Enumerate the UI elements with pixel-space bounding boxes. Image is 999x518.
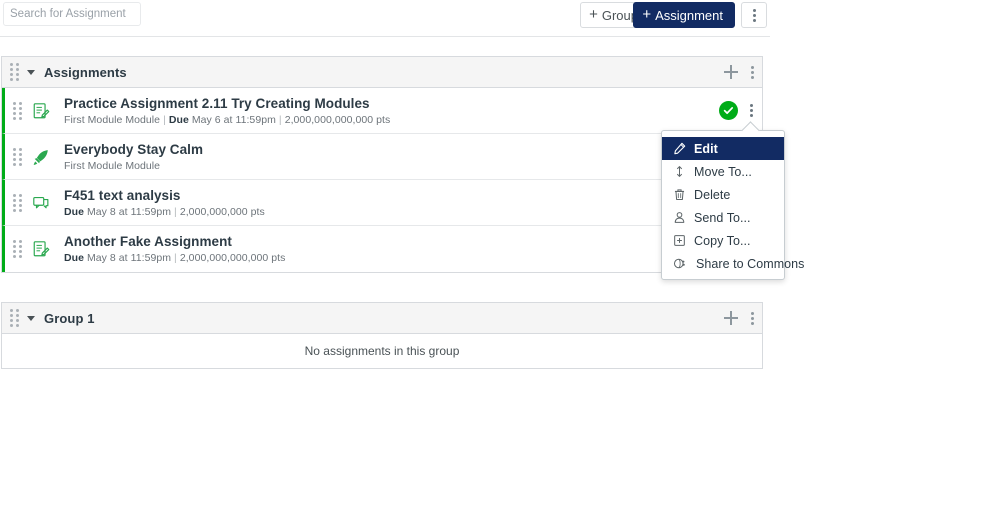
assignment-meta: First Module Module|Due May 6 at 11:59pm… (64, 114, 390, 126)
assignment-module: First Module Module (64, 160, 160, 172)
assignments-page: + Group + Assignment Assignments (0, 0, 999, 518)
menu-item-share-to-commons[interactable]: Share to Commons (662, 252, 784, 275)
move-arrows-icon (672, 165, 686, 179)
assignment-options-icon[interactable] (750, 104, 753, 117)
assignment-row[interactable]: F451 text analysis Due May 8 at 11:59pm|… (2, 180, 762, 226)
drag-handle-icon[interactable] (13, 148, 22, 166)
assignment-title[interactable]: Practice Assignment 2.11 Try Creating Mo… (64, 96, 390, 111)
group-header[interactable]: Assignments (2, 57, 762, 88)
assignment-points: 2,000,000,000,000 pts (285, 114, 391, 126)
plus-icon: + (589, 7, 598, 22)
group-options-icon[interactable] (751, 312, 754, 325)
drag-handle-icon[interactable] (13, 240, 22, 258)
assignment-row[interactable]: Practice Assignment 2.11 Try Creating Mo… (2, 88, 762, 134)
assignment-text: Another Fake Assignment Due May 8 at 11:… (64, 234, 285, 264)
more-options-icon (753, 9, 756, 22)
drag-handle-icon[interactable] (10, 63, 19, 81)
assignment-meta: Due May 8 at 11:59pm|2,000,000,000 pts (64, 206, 265, 218)
add-assignment-button[interactable]: + Assignment (633, 2, 735, 28)
add-to-group-icon[interactable] (724, 65, 738, 79)
commons-icon (672, 257, 686, 271)
pencil-icon (672, 142, 686, 156)
due-value: May 6 at 11:59pm (192, 114, 276, 126)
copy-icon (672, 234, 686, 248)
menu-item-label: Edit (694, 142, 718, 156)
assignments-options-button[interactable] (741, 2, 767, 28)
menu-item-send-to[interactable]: Send To... (662, 206, 784, 229)
assignment-text: Practice Assignment 2.11 Try Creating Mo… (64, 96, 390, 126)
assignment-row[interactable]: Everybody Stay Calm First Module Module (2, 134, 762, 180)
menu-item-move-to[interactable]: Move To... (662, 160, 784, 183)
chevron-down-icon[interactable] (27, 316, 35, 321)
group-title: Group 1 (44, 311, 95, 326)
assignment-meta: Due May 8 at 11:59pm|2,000,000,000,000 p… (64, 252, 285, 264)
search-input[interactable] (3, 2, 141, 26)
add-to-group-icon[interactable] (724, 311, 738, 325)
due-label: Due (169, 114, 189, 126)
group-options-icon[interactable] (751, 66, 754, 79)
assignment-text: F451 text analysis Due May 8 at 11:59pm|… (64, 188, 265, 218)
assignment-icon (31, 101, 51, 121)
due-value: May 8 at 11:59pm (87, 206, 171, 218)
group-title: Assignments (44, 65, 127, 80)
empty-group-message: No assignments in this group (2, 334, 762, 368)
published-status-icon[interactable] (719, 101, 738, 120)
assignment-row[interactable]: Another Fake Assignment Due May 8 at 11:… (2, 226, 762, 272)
group-header-actions (724, 303, 754, 333)
menu-item-label: Send To... (694, 211, 751, 225)
assignment-points: 2,000,000,000,000 pts (180, 252, 286, 264)
menu-item-copy-to[interactable]: Copy To... (662, 229, 784, 252)
rocket-quiz-icon (31, 147, 51, 167)
assignment-title[interactable]: Another Fake Assignment (64, 234, 285, 249)
assignments-toolbar: + Group + Assignment (0, 0, 770, 37)
assignment-title[interactable]: F451 text analysis (64, 188, 265, 203)
menu-item-label: Move To... (694, 165, 752, 179)
due-value: May 8 at 11:59pm (87, 252, 171, 264)
due-label: Due (64, 252, 84, 264)
group-header[interactable]: Group 1 (2, 303, 762, 334)
menu-item-delete[interactable]: Delete (662, 183, 784, 206)
assignment-group-group-1: Group 1 No assignments in this group (1, 302, 763, 369)
assignment-context-menu: Edit Move To... (661, 130, 785, 280)
due-label: Due (64, 206, 84, 218)
drag-handle-icon[interactable] (13, 102, 22, 120)
user-send-icon (672, 211, 686, 225)
trash-icon (672, 188, 686, 202)
drag-handle-icon[interactable] (10, 309, 19, 327)
menu-item-edit[interactable]: Edit (662, 137, 784, 160)
assignment-module: First Module Module (64, 114, 160, 126)
menu-item-label: Copy To... (694, 234, 751, 248)
assignment-group-assignments: Assignments Practice Assignment 2.11 Try… (1, 56, 763, 273)
menu-item-label: Share to Commons (696, 257, 804, 271)
assignment-text: Everybody Stay Calm First Module Module (64, 142, 203, 172)
drag-handle-icon[interactable] (13, 194, 22, 212)
plus-icon: + (642, 7, 651, 22)
discussion-icon (31, 193, 51, 213)
add-assignment-label: Assignment (655, 8, 723, 23)
chevron-down-icon[interactable] (27, 70, 35, 75)
assignment-title[interactable]: Everybody Stay Calm (64, 142, 203, 157)
assignment-meta: First Module Module (64, 160, 203, 172)
menu-item-label: Delete (694, 188, 730, 202)
group-header-actions (724, 57, 754, 87)
assignment-points: 2,000,000,000 pts (180, 206, 265, 218)
assignment-icon (31, 239, 51, 259)
